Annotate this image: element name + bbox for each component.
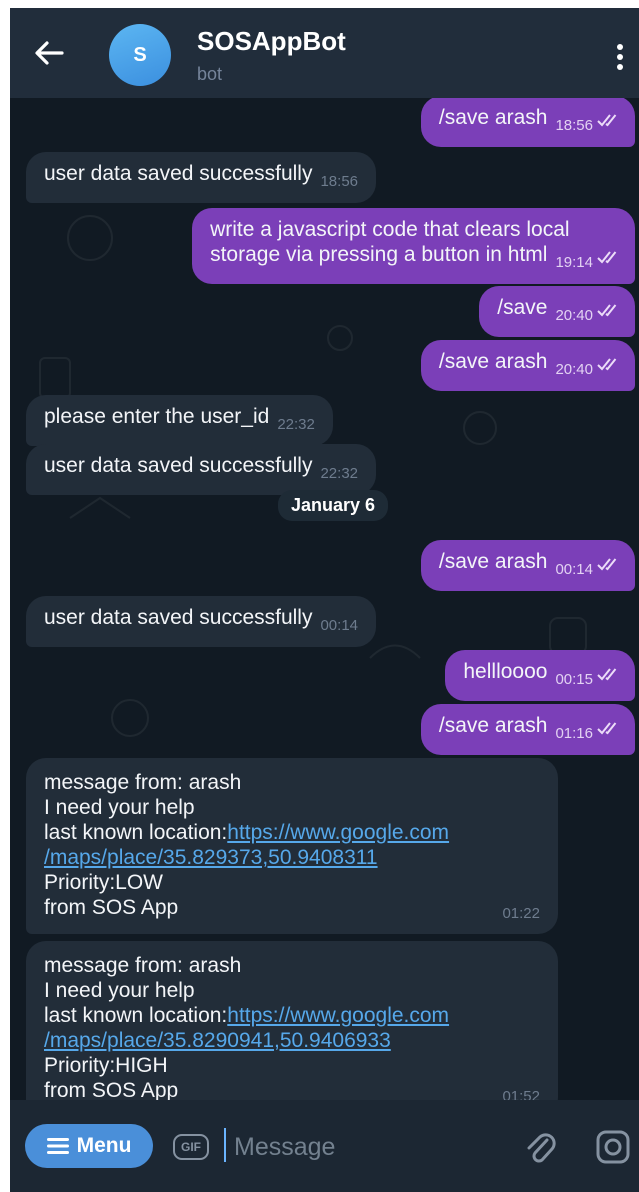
message-time: 01:16 bbox=[555, 725, 593, 742]
incoming-sos-message[interactable]: message from: arash I need your help las… bbox=[26, 941, 558, 1100]
message-time: 20:40 bbox=[555, 361, 593, 378]
date-separator: January 6 bbox=[278, 490, 389, 521]
chat-subtitle: bot bbox=[197, 64, 223, 84]
gif-icon[interactable]: GIF bbox=[173, 1134, 209, 1160]
message-list[interactable]: /save arash 18:56 user data saved success… bbox=[10, 98, 639, 1100]
message-text-line: I need your help bbox=[44, 796, 195, 819]
location-label: last known location: bbox=[44, 821, 228, 844]
outgoing-message[interactable]: /save arash 01:16 bbox=[420, 704, 635, 755]
menu-label: Menu bbox=[76, 1134, 132, 1157]
location-link[interactable]: https://www.google.com bbox=[227, 1004, 449, 1027]
message-input-bar: Menu GIF bbox=[10, 1100, 639, 1192]
message-text: user data saved successfully bbox=[44, 162, 313, 185]
read-checkmarks-icon bbox=[597, 114, 617, 127]
read-checkmarks-icon bbox=[597, 358, 617, 371]
message-input[interactable] bbox=[232, 1126, 496, 1168]
outgoing-message[interactable]: /save 20:40 bbox=[479, 286, 635, 337]
message-text: please enter the user_id bbox=[44, 405, 270, 428]
message-text: user data saved successfully bbox=[44, 606, 313, 629]
location-label: last known location: bbox=[44, 1004, 228, 1027]
incoming-sos-message[interactable]: message from: arash I need your help las… bbox=[26, 758, 558, 934]
read-checkmarks-icon bbox=[597, 558, 617, 571]
more-vertical-icon[interactable] bbox=[615, 42, 625, 72]
priority-text: Priority:HIGH bbox=[44, 1054, 168, 1077]
menu-button[interactable]: Menu bbox=[25, 1124, 153, 1168]
read-checkmarks-icon bbox=[597, 304, 617, 317]
location-link[interactable]: /maps/place/35.8290941,50.9406933 bbox=[44, 1028, 540, 1053]
outgoing-message[interactable]: hellloooo 00:15 bbox=[445, 650, 635, 701]
chat-header: S SOSAppBot bot bbox=[10, 8, 639, 98]
message-time: 01:52 bbox=[502, 1088, 540, 1100]
incoming-message[interactable]: please enter the user_id 22:32 bbox=[26, 395, 333, 446]
message-text-line: I need your help bbox=[44, 979, 195, 1002]
message-text: /save bbox=[497, 296, 548, 319]
incoming-message[interactable]: user data saved successfully 22:32 bbox=[26, 444, 377, 495]
camera-icon[interactable] bbox=[595, 1129, 631, 1165]
hamburger-icon bbox=[46, 1138, 69, 1154]
read-checkmarks-icon bbox=[597, 722, 617, 735]
text-cursor bbox=[224, 1128, 226, 1162]
message-text: /save arash bbox=[438, 106, 548, 129]
message-time: 18:56 bbox=[320, 173, 359, 190]
paperclip-icon[interactable] bbox=[523, 1126, 557, 1166]
priority-text: Priority:LOW bbox=[44, 871, 164, 894]
message-time: 19:14 bbox=[555, 254, 593, 271]
message-time: 01:22 bbox=[502, 905, 540, 922]
message-time: 00:14 bbox=[555, 561, 593, 578]
incoming-message[interactable]: user data saved successfully 00:14 bbox=[26, 596, 377, 647]
read-checkmarks-icon bbox=[597, 251, 617, 264]
chat-screen: S SOSAppBot bot /save arash 18:56 user d… bbox=[10, 8, 639, 1192]
back-arrow-icon[interactable] bbox=[32, 36, 66, 70]
message-text: hellloooo bbox=[463, 660, 548, 683]
message-time: 18:56 bbox=[555, 117, 593, 134]
avatar[interactable]: S bbox=[109, 24, 171, 86]
message-time: 22:32 bbox=[320, 465, 359, 482]
chat-title[interactable]: SOSAppBot bbox=[197, 26, 346, 57]
incoming-message[interactable]: user data saved successfully 18:56 bbox=[26, 152, 377, 203]
message-text: /save arash bbox=[438, 350, 548, 373]
outgoing-message[interactable]: /save arash 20:40 bbox=[420, 340, 635, 391]
message-time: 00:14 bbox=[320, 617, 359, 634]
message-text-line: message from: arash bbox=[44, 954, 242, 977]
message-text-line: message from: arash bbox=[44, 771, 242, 794]
message-time: 20:40 bbox=[555, 307, 593, 324]
location-link[interactable]: https://www.google.com bbox=[227, 821, 449, 844]
message-text: /save arash bbox=[438, 714, 548, 737]
outgoing-message[interactable]: /save arash 00:14 bbox=[420, 540, 635, 591]
read-checkmarks-icon bbox=[597, 668, 617, 681]
location-link[interactable]: /maps/place/35.829373,50.9408311 bbox=[44, 845, 540, 870]
message-time: 22:32 bbox=[277, 416, 315, 433]
message-text-line: write a javascript code that clears loca… bbox=[210, 218, 570, 241]
message-text-line: from SOS App bbox=[44, 1079, 179, 1100]
message-time: 00:15 bbox=[555, 671, 593, 688]
message-text-line: from SOS App bbox=[44, 896, 179, 919]
message-text: /save arash bbox=[438, 550, 548, 573]
outgoing-message[interactable]: write a javascript code that clears loca… bbox=[192, 208, 635, 284]
message-text-line: storage via pressing a button in html bbox=[210, 243, 548, 266]
message-text: user data saved successfully bbox=[44, 454, 313, 477]
outgoing-message[interactable]: /save arash 18:56 bbox=[420, 98, 635, 147]
